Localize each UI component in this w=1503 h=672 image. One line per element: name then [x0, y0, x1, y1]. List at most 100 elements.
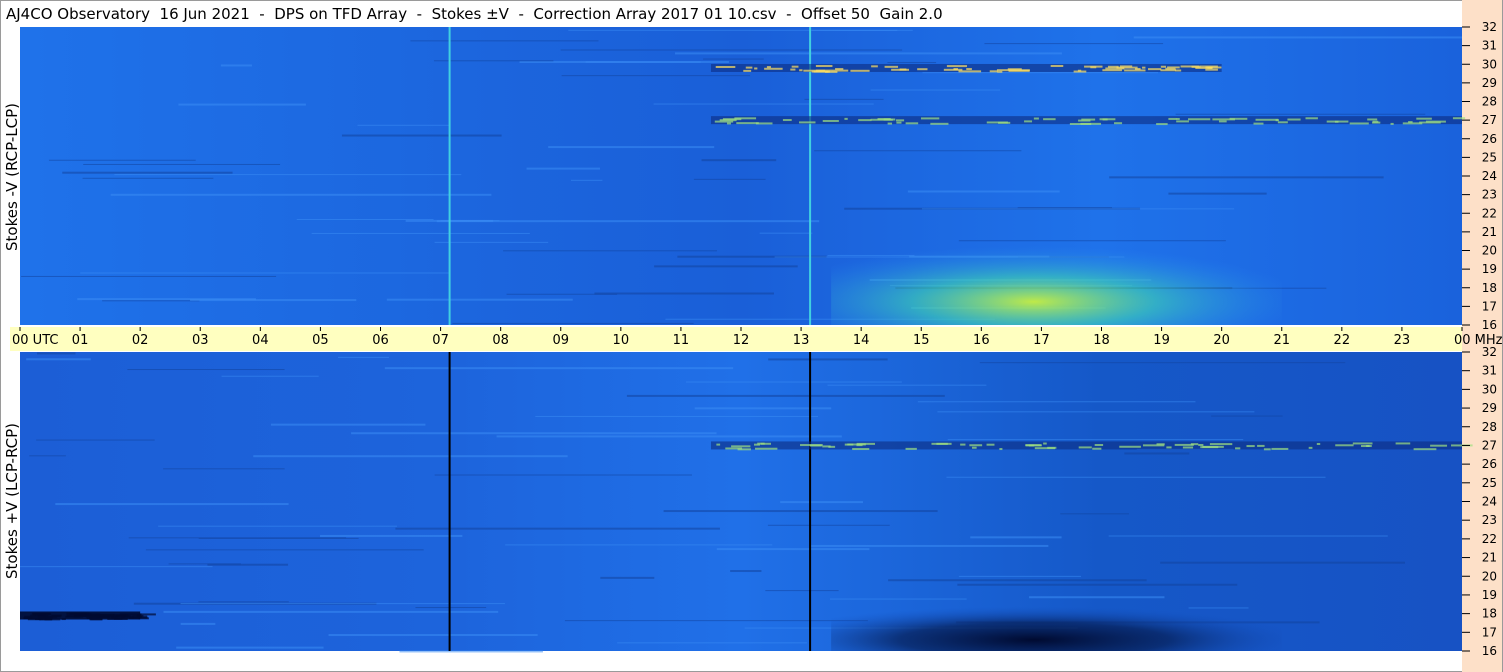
top-panel-streak: [82, 177, 214, 179]
spectrogram-chart: 00 UTC 01 02 03 04 05 06 07 08 09 10 11 12 13 14 15 16 17…: [12, 20, 1503, 658]
x-tick-label: 05: [312, 333, 329, 348]
y-tick-label: 23: [1482, 188, 1497, 202]
bottom-panel-streak: [270, 423, 426, 426]
bottom-panel-streak: [947, 439, 1244, 441]
y-tick-label: 28: [1482, 420, 1497, 434]
top-panel-streak: [357, 124, 449, 126]
bottom-panel-streak: [730, 570, 762, 573]
top-panel-streak: [907, 190, 1060, 193]
bottom-panel-streak: [1108, 535, 1388, 537]
bottom-panel-streak: [338, 356, 389, 358]
bottom-panel-streak: [26, 358, 91, 361]
x-tick-label: 19: [1153, 333, 1170, 348]
bottom-panel-streak: [198, 537, 359, 539]
top-feature-vertical-line: [448, 27, 451, 325]
bottom-panel-streak: [685, 381, 902, 383]
top-panel-streak: [594, 292, 774, 295]
top-panel-streak: [21, 275, 277, 277]
bottom-panel-streak: [535, 415, 818, 417]
top-panel-streak: [561, 75, 751, 77]
top-panel-streak: [526, 167, 600, 170]
bottom-panel-streak: [328, 634, 538, 637]
y-tick-label: 30: [1482, 57, 1497, 71]
bottom-panel-streak: [626, 394, 945, 397]
bottom-panel-streak: [810, 544, 1049, 547]
y-tick-label: 24: [1482, 495, 1497, 509]
bottom-panel-streak: [970, 536, 1062, 539]
top-panel-streak: [452, 322, 694, 324]
bottom-feature-vertical-line: [448, 352, 451, 651]
bottom-panel-streak: [399, 650, 543, 653]
y-tick-label: 26: [1482, 457, 1497, 471]
bottom-panel-streak: [198, 601, 289, 603]
x-tick-label: 07: [432, 333, 449, 348]
top-panel-streak: [519, 60, 729, 63]
bottom-panel-streak: [163, 610, 499, 613]
top-panel-streak: [984, 43, 1164, 45]
y-tick-label: 24: [1482, 169, 1497, 183]
top-panel-streak: [114, 174, 462, 176]
top-panel-streak: [675, 52, 1062, 55]
top-panel-streak: [62, 171, 233, 174]
top-panel-streak: [804, 98, 884, 100]
bottom-panel-streak: [768, 358, 888, 361]
bottom-panel-streak: [20, 566, 213, 568]
top-panel-streak: [1168, 192, 1267, 195]
top-panel-streak: [703, 58, 764, 60]
bottom-feature-absorption-band: [20, 611, 156, 621]
bottom-panel-streak: [767, 524, 890, 526]
top-panel-streak: [83, 163, 281, 165]
bottom-panel-streak: [663, 510, 938, 513]
y-tick-label: 16: [1482, 318, 1497, 332]
y-tick-label: 20: [1482, 244, 1497, 258]
y-tick-label: 32: [1482, 20, 1497, 34]
top-feature-emission-band: [710, 63, 1222, 73]
bottom-panel-streak: [496, 435, 842, 438]
x-tick-label: 13: [793, 333, 810, 348]
y-tick-label: 20: [1482, 569, 1497, 583]
bottom-panel-streak: [415, 607, 487, 609]
bottom-panel-streak: [564, 620, 868, 622]
bottom-panel-streak: [434, 474, 692, 476]
bottom-panel-streak: [937, 411, 1255, 413]
x-tick-label: 17: [1033, 333, 1050, 348]
y-tick-label: 22: [1482, 532, 1497, 546]
bottom-panel-streak: [207, 563, 289, 566]
top-panel-streak: [701, 159, 777, 162]
bottom-feature-emission-band: [710, 441, 1473, 451]
x-tick-label: 18: [1093, 333, 1110, 348]
bottom-panel-streak: [1211, 415, 1283, 417]
bottom-panel-streak: [320, 534, 463, 537]
bottom-panel-streak: [29, 455, 66, 457]
x-tick-label: 11: [673, 333, 690, 348]
y-tick-label: 27: [1482, 113, 1497, 127]
bottom-panel-streak: [1124, 452, 1190, 455]
top-panel-streak: [870, 89, 1001, 91]
x-tick-label: 23: [1394, 333, 1411, 348]
bottom-panel-streak: [163, 468, 285, 470]
top-panel-streak: [110, 193, 492, 196]
x-tick-label: 21: [1273, 333, 1290, 348]
y-tick-label: 27: [1482, 438, 1497, 452]
top-panel-streak: [80, 272, 449, 274]
bottom-panel-streak: [36, 439, 155, 441]
y-tick-label: 25: [1482, 476, 1497, 490]
x-tick-label: 22: [1334, 333, 1351, 348]
top-panel-streak: [922, 208, 1235, 210]
y-tick-label: 29: [1482, 76, 1497, 90]
top-panel-streak: [1133, 36, 1462, 39]
x-tick-label: 10: [613, 333, 630, 348]
bottom-panel-streak: [780, 501, 864, 504]
x-tick-label: 04: [252, 333, 269, 348]
y-tick-label: 16: [1482, 644, 1497, 658]
top-feature-emission-band: [710, 116, 1466, 126]
top-panel-streak: [48, 159, 196, 161]
x-tick-label: 08: [492, 333, 509, 348]
top-panel-streak: [190, 299, 357, 302]
bottom-panel-streak: [158, 525, 397, 527]
bottom-panel-streak: [221, 375, 319, 377]
top-panel-streak: [102, 300, 200, 302]
top-panel-streak: [814, 150, 1022, 152]
y-tick-label: 25: [1482, 150, 1497, 164]
top-panel-streak: [296, 219, 434, 221]
